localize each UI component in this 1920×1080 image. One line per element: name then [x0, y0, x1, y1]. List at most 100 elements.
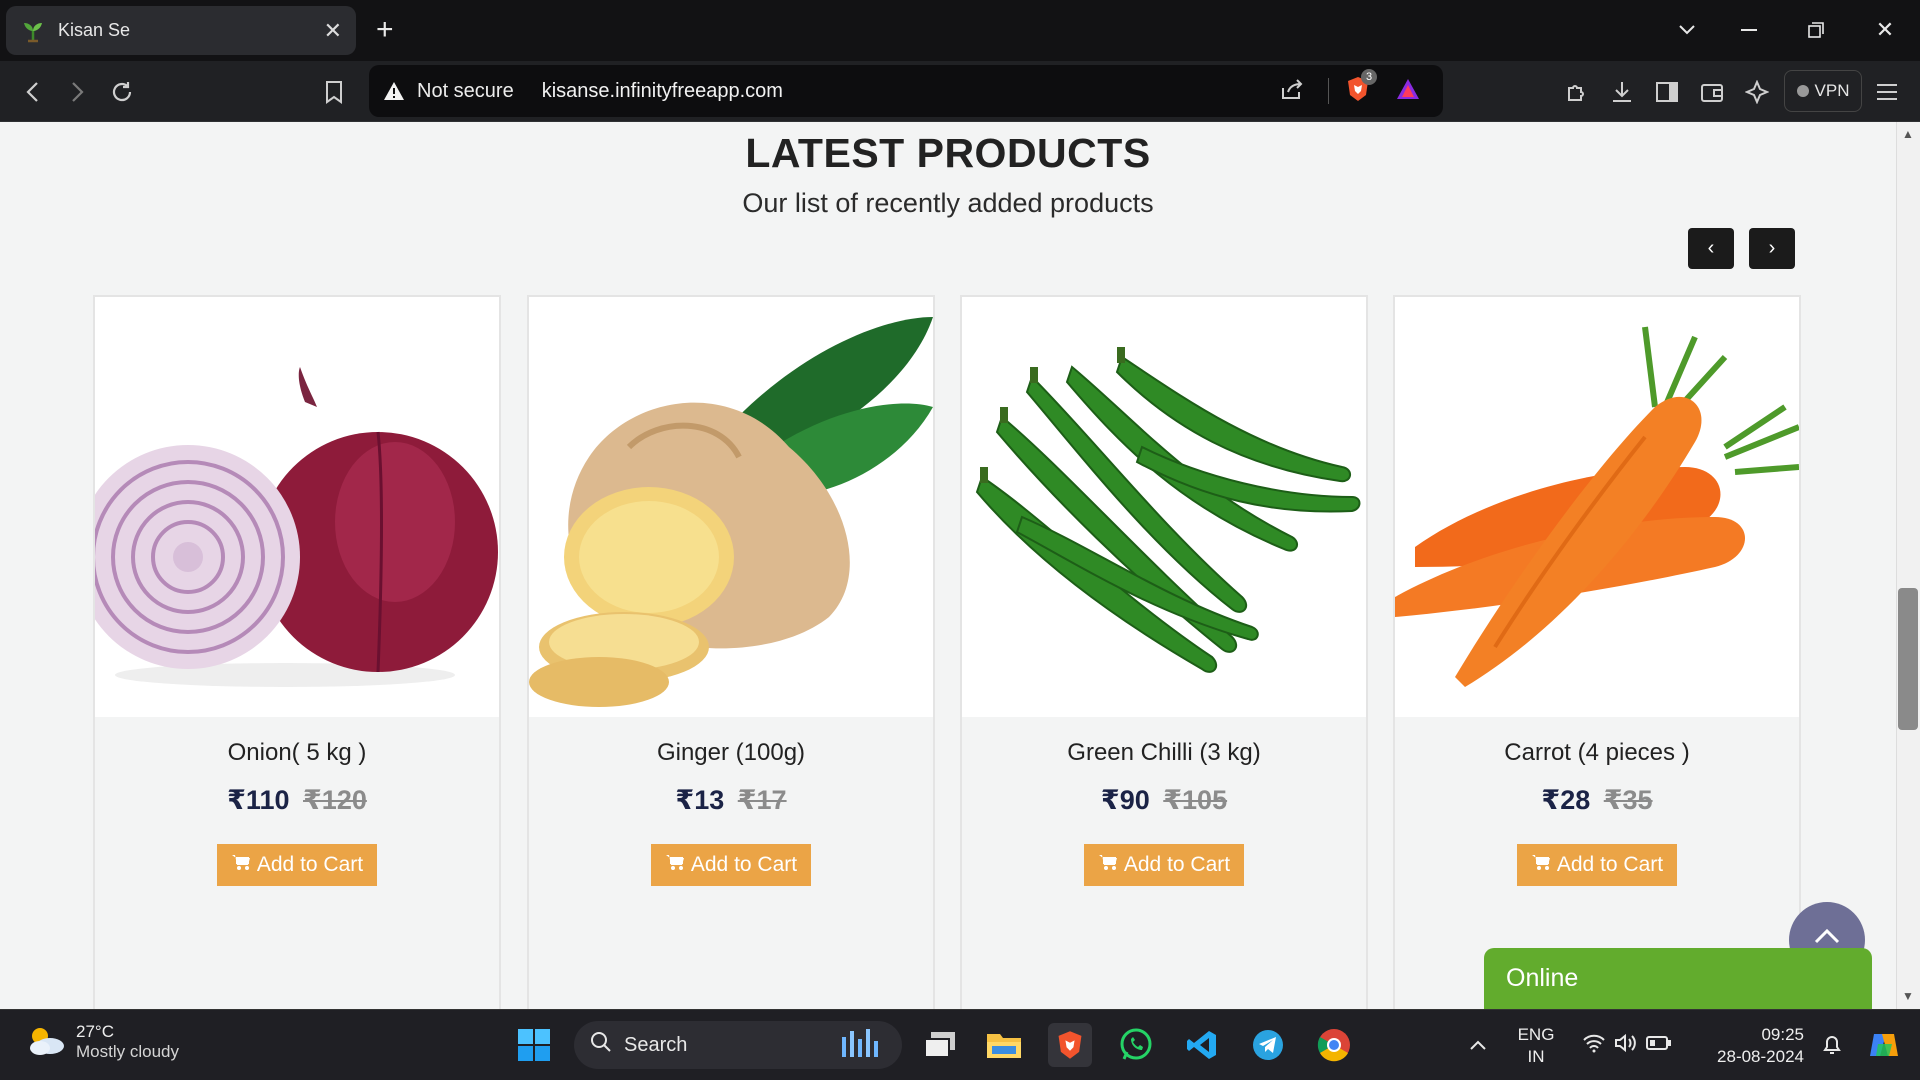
carousel-next-button[interactable]: ›: [1749, 228, 1795, 269]
scroll-up-arrow-icon[interactable]: ▲: [1898, 124, 1918, 144]
extensions-icon[interactable]: [1558, 73, 1596, 111]
product-name[interactable]: Green Chilli (3 kg): [962, 739, 1366, 767]
show-hidden-icons-chevron-icon[interactable]: [1456, 1023, 1500, 1067]
tab-search-chevron-icon[interactable]: [1664, 8, 1710, 52]
vpn-label: VPN: [1814, 81, 1850, 100]
share-icon[interactable]: [1280, 78, 1304, 105]
add-to-cart-label: Add to Cart: [1123, 853, 1231, 876]
browser-tab[interactable]: Kisan Se ✕: [6, 6, 356, 55]
carousel-prev-button[interactable]: ‹: [1688, 228, 1734, 269]
product-image-ginger[interactable]: [529, 297, 933, 717]
product-price: ₹28: [1541, 785, 1591, 815]
chevron-left-icon: ‹: [1707, 237, 1715, 259]
url-text[interactable]: kisanse.infinityfreeapp.com: [542, 80, 1280, 103]
product-price-row: ₹13 ₹17: [529, 785, 933, 816]
scroll-down-arrow-icon[interactable]: ▼: [1898, 986, 1918, 1006]
clock-time: 09:25: [1761, 1025, 1804, 1044]
product-name[interactable]: Onion( 5 kg ): [95, 739, 499, 767]
task-view-icon[interactable]: [918, 1023, 962, 1067]
product-card: Ginger (100g) ₹13 ₹17 Add to Cart: [527, 295, 935, 1009]
product-old-price: ₹120: [303, 785, 367, 815]
section-subheading: Our list of recently added products: [742, 188, 1154, 218]
browser-toolbar: Not secure kisanse.infinityfreeapp.com 3…: [0, 61, 1920, 122]
downloads-icon[interactable]: [1603, 73, 1641, 111]
add-to-cart-button[interactable]: Add to Cart: [1084, 844, 1244, 886]
telegram-icon[interactable]: [1246, 1023, 1290, 1067]
forward-icon[interactable]: [58, 73, 96, 111]
web-page: LATEST PRODUCTS Our list of recently add…: [0, 122, 1896, 1009]
security-status[interactable]: Not secure: [417, 80, 514, 103]
search-highlight-icon: [838, 1027, 882, 1063]
section-heading: LATEST PRODUCTS: [745, 130, 1151, 176]
chrome-icon[interactable]: [1312, 1023, 1356, 1067]
product-old-price: ₹17: [737, 785, 787, 815]
product-image-green-chilli[interactable]: [962, 297, 1366, 717]
clock[interactable]: 09:25 28-08-2024: [1694, 1024, 1804, 1068]
search-icon: [590, 1031, 612, 1059]
volume-icon: [1614, 1033, 1638, 1058]
wallet-icon[interactable]: [1693, 73, 1731, 111]
page-scrollbar[interactable]: [1896, 122, 1920, 1009]
vscode-icon[interactable]: [1180, 1023, 1224, 1067]
product-price-row: ₹90 ₹105: [962, 785, 1366, 816]
cart-icon: [231, 853, 251, 877]
tab-title: Kisan Se: [58, 20, 131, 40]
warning-icon[interactable]: [383, 79, 407, 103]
windows-taskbar: 27°C Mostly cloudy Search ENG IN 09:25 2…: [0, 1009, 1920, 1080]
weather-widget[interactable]: 27°C Mostly cloudy: [26, 1022, 179, 1062]
scrollbar-thumb[interactable]: [1898, 588, 1918, 730]
input-language[interactable]: ENG IN: [1510, 1024, 1562, 1068]
sprout-favicon-icon: [20, 18, 46, 44]
chevron-right-icon: ›: [1768, 237, 1776, 259]
product-name[interactable]: Ginger (100g): [529, 739, 933, 767]
back-icon[interactable]: [14, 73, 52, 111]
product-old-price: ₹105: [1163, 785, 1228, 815]
cloud-sun-icon: [26, 1024, 66, 1061]
whatsapp-icon[interactable]: [1114, 1023, 1158, 1067]
system-tray-status[interactable]: [1572, 1023, 1682, 1067]
brave-taskbar-icon[interactable]: [1048, 1023, 1092, 1067]
sidebar-icon[interactable]: [1648, 73, 1686, 111]
vpn-status-dot-icon: [1796, 85, 1809, 97]
new-tab-icon[interactable]: +: [376, 12, 394, 48]
chevron-up-icon: [1814, 918, 1840, 952]
product-price: ₹90: [1100, 785, 1150, 815]
add-to-cart-button[interactable]: Add to Cart: [651, 844, 811, 886]
address-bar[interactable]: Not secure kisanse.infinityfreeapp.com 3: [369, 65, 1443, 117]
menu-icon[interactable]: [1868, 73, 1906, 111]
brave-shields-icon[interactable]: 3: [1345, 68, 1377, 108]
chat-widget[interactable]: Online: [1484, 948, 1872, 1009]
windows-start-icon[interactable]: [512, 1023, 556, 1067]
close-tab-icon[interactable]: ✕: [324, 18, 342, 44]
taskbar-search[interactable]: Search: [574, 1021, 902, 1069]
cart-icon: [665, 853, 685, 877]
bookmark-icon[interactable]: [315, 73, 353, 111]
weather-temp: 27°C: [76, 1022, 114, 1041]
vpn-button[interactable]: VPN: [1784, 70, 1862, 112]
product-price: ₹110: [227, 785, 290, 815]
file-explorer-icon[interactable]: [982, 1023, 1026, 1067]
product-price-row: ₹28 ₹35: [1395, 785, 1799, 816]
weather-condition: Mostly cloudy: [76, 1042, 179, 1061]
product-price-row: ₹110 ₹120: [95, 785, 499, 816]
restore-icon[interactable]: [1793, 8, 1839, 52]
product-image-onion[interactable]: [95, 297, 499, 717]
notifications-icon[interactable]: [1810, 1023, 1854, 1067]
close-window-icon[interactable]: ✕: [1862, 8, 1908, 52]
copilot-icon[interactable]: [1862, 1023, 1906, 1067]
search-label: Search: [624, 1033, 688, 1056]
product-card: Onion( 5 kg ) ₹110 ₹120 Add to Cart: [93, 295, 501, 1009]
product-name[interactable]: Carrot (4 pieces ): [1395, 739, 1799, 767]
leo-ai-icon[interactable]: [1738, 73, 1776, 111]
brave-rewards-icon[interactable]: [1395, 77, 1421, 106]
shields-count-badge: 3: [1361, 68, 1377, 85]
cart-icon: [1098, 853, 1118, 877]
add-to-cart-button[interactable]: Add to Cart: [217, 844, 377, 886]
product-card: Carrot (4 pieces ) ₹28 ₹35 Add to Cart: [1393, 295, 1801, 1009]
reload-icon[interactable]: [103, 73, 141, 111]
add-to-cart-button[interactable]: Add to Cart: [1517, 844, 1677, 886]
product-old-price: ₹35: [1603, 785, 1653, 815]
product-image-carrot[interactable]: [1395, 297, 1799, 717]
minimize-icon[interactable]: [1726, 8, 1772, 52]
product-price: ₹13: [675, 785, 725, 815]
